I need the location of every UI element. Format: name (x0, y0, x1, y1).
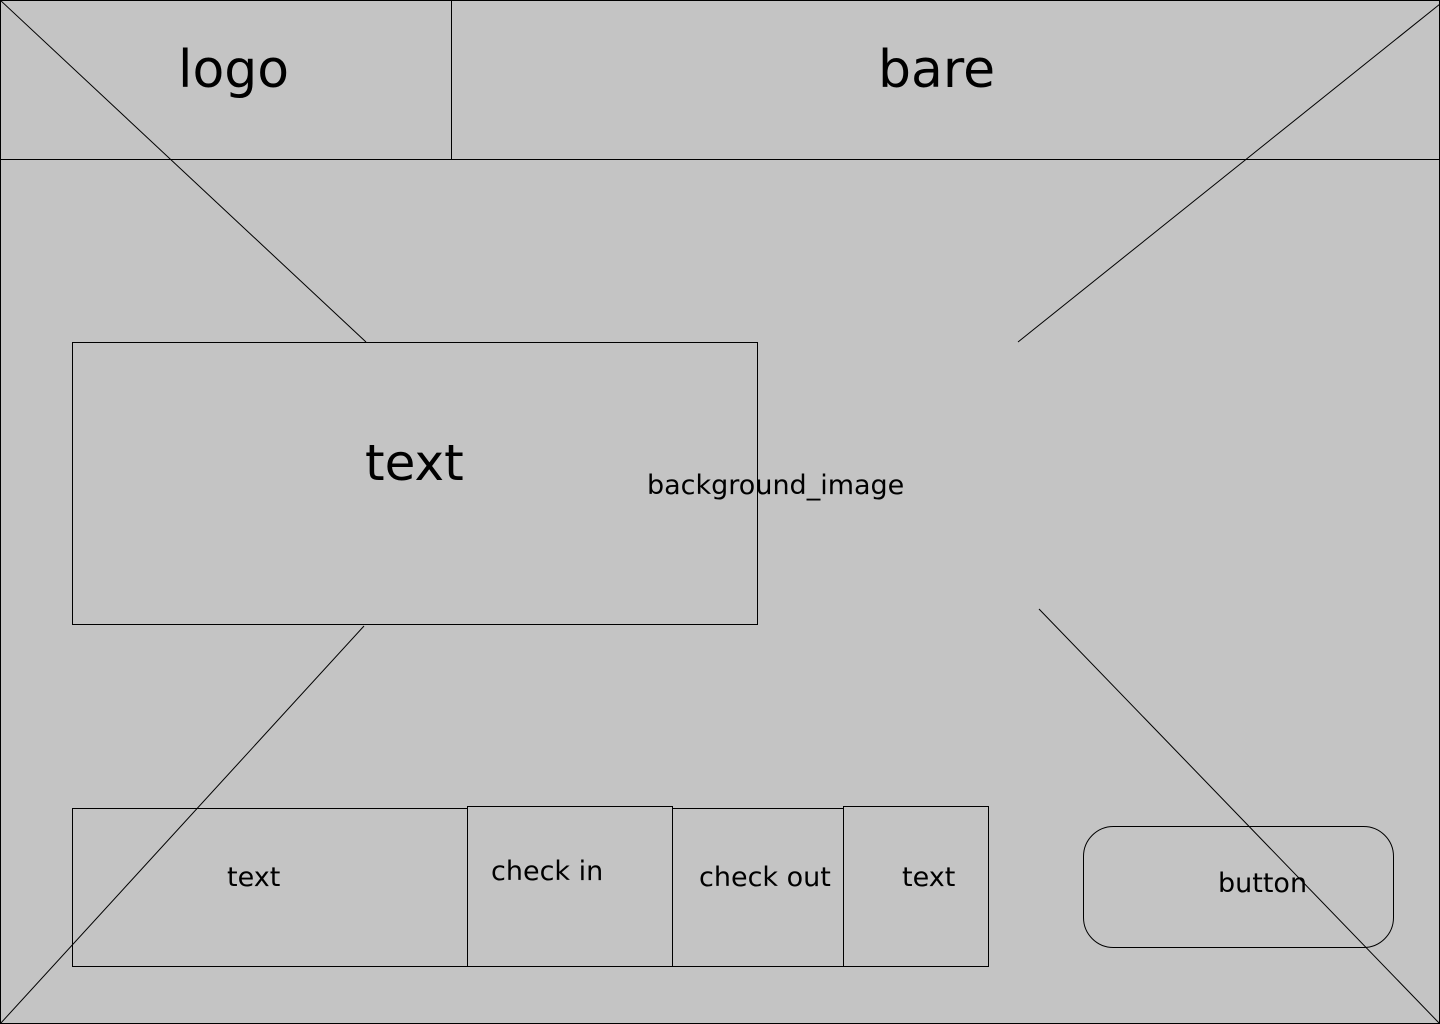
logo[interactable]: logo (178, 40, 289, 100)
nav-bar-label: bare (878, 40, 996, 100)
check-in-field[interactable]: check in (491, 856, 603, 887)
guests-text-field[interactable]: text (902, 862, 955, 893)
wireframe-canvas: logo bare text background_image text che… (0, 0, 1440, 1024)
image-diagonal-top-right (1017, 3, 1440, 343)
image-diagonal-bottom-left (0, 625, 365, 1024)
hero-text: text (365, 434, 464, 492)
submit-button[interactable]: button (1218, 868, 1307, 899)
booking-text-field[interactable]: text (227, 862, 280, 893)
check-out-field[interactable]: check out (699, 862, 831, 893)
background-image-label: background_image (647, 470, 905, 501)
image-diagonal-bottom-right (1038, 608, 1440, 1024)
